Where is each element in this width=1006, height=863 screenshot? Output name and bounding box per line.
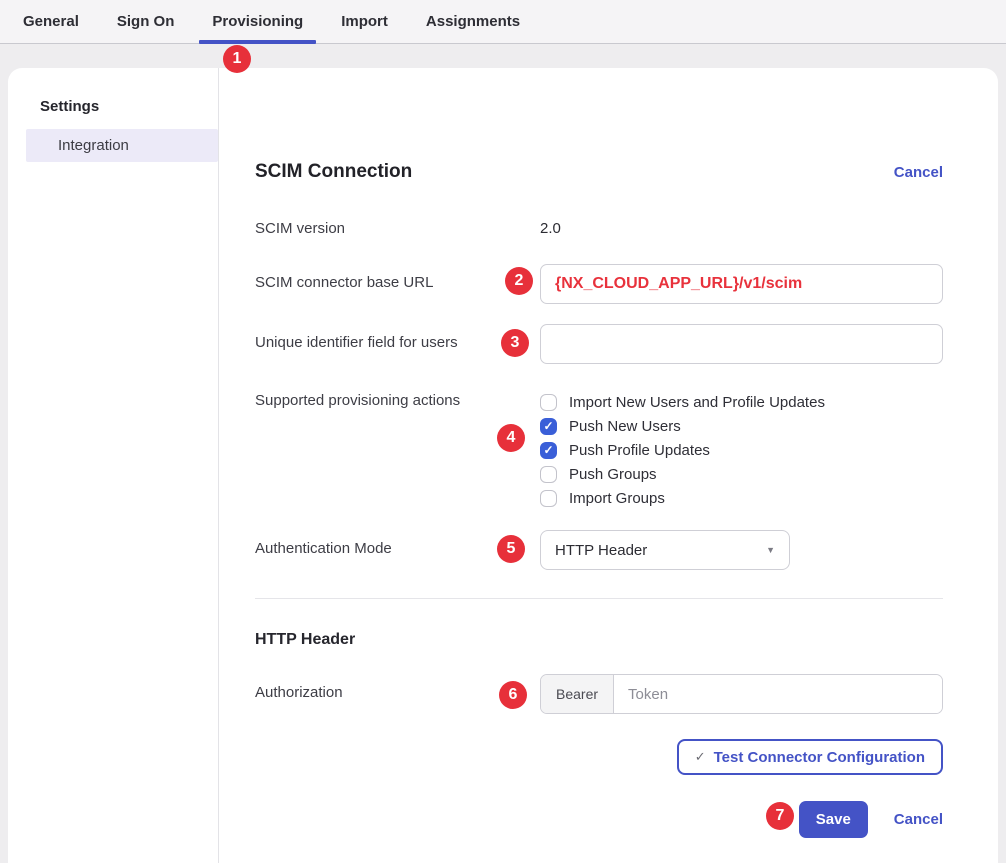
tab-label: Provisioning xyxy=(212,13,303,30)
token-input[interactable] xyxy=(614,675,942,713)
tab-general[interactable]: General xyxy=(10,0,92,43)
sidebar-section-title: Settings xyxy=(8,98,218,129)
checkbox-row-push-groups[interactable]: Push Groups xyxy=(540,462,943,486)
scim-version-value: 2.0 xyxy=(540,218,943,240)
tab-label: Sign On xyxy=(117,13,175,30)
unique-identifier-input[interactable] xyxy=(540,324,943,364)
checkbox-icon[interactable] xyxy=(540,442,557,459)
checkbox-row-push-new-users[interactable]: Push New Users xyxy=(540,414,943,438)
scim-base-url-label: SCIM connector base URL xyxy=(255,264,540,304)
checkbox-icon[interactable] xyxy=(540,394,557,411)
authentication-mode-select[interactable]: HTTP Header ▼ xyxy=(540,530,790,570)
sidebar-item-label: Integration xyxy=(58,137,129,154)
annotation-badge-3: 3 xyxy=(501,329,529,357)
annotation-badge-2: 2 xyxy=(505,267,533,295)
annotation-badge-5: 5 xyxy=(497,535,525,563)
tab-import[interactable]: Import xyxy=(328,0,401,43)
annotation-badge-4: 4 xyxy=(497,424,525,452)
check-icon: ✓ xyxy=(695,749,706,765)
annotation-badge-1: 1 xyxy=(223,45,251,73)
tab-label: General xyxy=(23,13,79,30)
checkbox-icon[interactable] xyxy=(540,418,557,435)
scim-connection-form: SCIM Connection Cancel SCIM version 2.0 … xyxy=(219,68,998,863)
app-tab-bar: General Sign On Provisioning Import Assi… xyxy=(0,0,1006,44)
sidebar-item-integration[interactable]: Integration xyxy=(26,129,218,162)
authorization-row: Authorization Bearer xyxy=(255,674,943,714)
checkbox-label: Push Groups xyxy=(569,466,657,483)
annotation-badge-6: 6 xyxy=(499,681,527,709)
test-button-label: Test Connector Configuration xyxy=(714,749,925,766)
unique-identifier-row: Unique identifier field for users xyxy=(255,324,943,364)
authentication-mode-row: Authentication Mode HTTP Header ▼ xyxy=(255,530,943,570)
scim-version-label: SCIM version xyxy=(255,218,540,240)
http-header-section-title: HTTP Header xyxy=(255,631,943,651)
checkbox-row-import-groups[interactable]: Import Groups xyxy=(540,486,943,510)
checkbox-label: Push New Users xyxy=(569,418,681,435)
scim-version-row: SCIM version 2.0 xyxy=(255,218,943,240)
authorization-token-group: Bearer xyxy=(540,674,943,714)
section-divider xyxy=(255,598,943,599)
save-button[interactable]: Save xyxy=(799,801,868,838)
selected-option: HTTP Header xyxy=(555,542,647,559)
tab-label: Assignments xyxy=(426,13,520,30)
tab-sign-on[interactable]: Sign On xyxy=(104,0,188,43)
tab-provisioning[interactable]: Provisioning xyxy=(199,0,316,43)
checkbox-label: Import New Users and Profile Updates xyxy=(569,394,825,411)
authorization-label: Authorization xyxy=(255,674,540,714)
checkbox-row-push-profile-updates[interactable]: Push Profile Updates xyxy=(540,438,943,462)
cancel-link-top[interactable]: Cancel xyxy=(894,164,943,181)
main-panel: Settings Integration SCIM Connection Can… xyxy=(8,68,998,863)
provisioning-actions-row: Supported provisioning actions Import Ne… xyxy=(255,390,943,510)
checkbox-icon[interactable] xyxy=(540,466,557,483)
bearer-prefix: Bearer xyxy=(541,675,614,713)
scim-base-url-input[interactable] xyxy=(540,264,943,304)
checkbox-label: Import Groups xyxy=(569,490,665,507)
page-title: SCIM Connection xyxy=(255,161,412,183)
scim-base-url-row: SCIM connector base URL xyxy=(255,264,943,304)
unique-identifier-label: Unique identifier field for users xyxy=(255,324,540,364)
tab-assignments[interactable]: Assignments xyxy=(413,0,533,43)
checkbox-row-import-new-users[interactable]: Import New Users and Profile Updates xyxy=(540,390,943,414)
cancel-link-bottom[interactable]: Cancel xyxy=(894,811,943,828)
test-connector-configuration-button[interactable]: ✓ Test Connector Configuration xyxy=(677,739,943,775)
checkbox-label: Push Profile Updates xyxy=(569,442,710,459)
settings-sidebar: Settings Integration xyxy=(8,68,219,863)
annotation-badge-7: 7 xyxy=(766,802,794,830)
checkbox-icon[interactable] xyxy=(540,490,557,507)
provisioning-actions-label: Supported provisioning actions xyxy=(255,390,540,510)
chevron-down-icon: ▼ xyxy=(766,545,775,555)
tab-label: Import xyxy=(341,13,388,30)
